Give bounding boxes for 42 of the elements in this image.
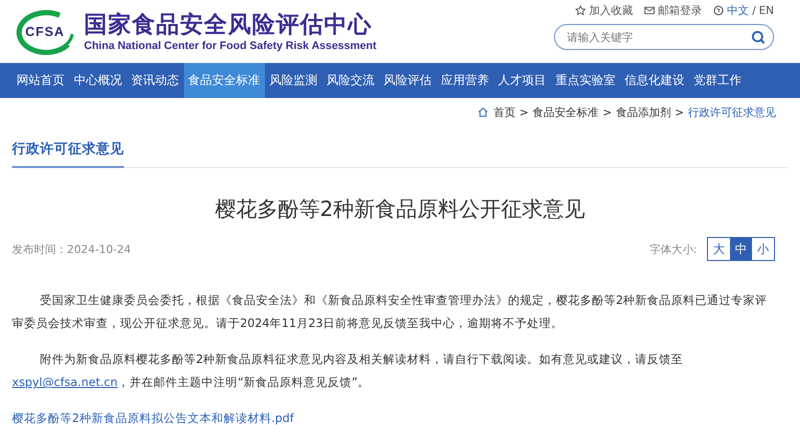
nav-tab[interactable]: 风险交流	[322, 63, 380, 98]
font-size-button[interactable]: 中	[730, 238, 752, 260]
breadcrumb-link[interactable]: 食品安全标准	[532, 104, 599, 120]
breadcrumb-link[interactable]: 食品添加剂	[616, 104, 671, 120]
font-size-label: 字体大小:	[649, 242, 697, 256]
site-subtitle: China National Center for Food Safety Risk Assessment	[84, 38, 376, 52]
nav-tab[interactable]: 信息化建设	[620, 63, 690, 98]
search-field[interactable]: 请输入关键字	[554, 24, 774, 50]
top-link[interactable]: 加入收藏	[589, 3, 634, 18]
search-icon[interactable]	[751, 30, 766, 44]
breadcrumb-separator: >	[602, 106, 612, 118]
article-paragraph: 附件为新食品原料樱花多酚等2种新食品原料征求意见内容及相关解读材料，请自行下载阅读。如有意见或建议，请反馈至 xspyl@cfsa.net.cn，并在邮件主题中注明“新食品原料意见反馈”。	[12, 351, 684, 391]
language-separator: /	[752, 4, 756, 17]
breadcrumb-link[interactable]: 首页	[493, 104, 516, 120]
breadcrumb-separator: >	[674, 106, 684, 118]
email-link[interactable]: xspyl@cfsa.net.cn	[12, 375, 118, 389]
language-link[interactable]: EN	[758, 4, 774, 17]
top-link[interactable]: 邮箱登录	[658, 3, 702, 18]
nav-tab[interactable]: 应用营养	[436, 63, 494, 98]
top-link[interactable]: 中文	[727, 3, 750, 18]
site-title: 国家食品安全风险评估中心	[84, 10, 373, 38]
nav-tab[interactable]: 风险监测	[264, 63, 322, 98]
article-paragraph: 受国家卫生健康委员会委托，根据《食品安全法》和《新食品原料安全性审查管理办法》的规定，樱花多酚等2种新食品原料已通过专家评审委员会技术审查，现公开征求意见。请于2024年11月23日前将意见反馈至我中心，逾期将不予处理。	[12, 292, 768, 332]
publish-date: 发布时间：2024-10-24	[12, 242, 131, 256]
nav-tab[interactable]: 网站首页	[12, 63, 70, 98]
home-icon[interactable]	[477, 106, 490, 118]
article-title: 樱花多酚等2种新食品原料公开征求意见	[214, 196, 586, 223]
nav-tab[interactable]: 重点实验室	[550, 63, 620, 98]
nav-tab[interactable]: 党群工作	[689, 63, 746, 98]
attachment-link[interactable]: 樱花多酚等2种新食品原料拟公告文本和解读材料.pdf	[12, 407, 294, 430]
star-icon[interactable]	[575, 5, 586, 16]
mail-icon[interactable]	[644, 5, 656, 16]
globe-icon[interactable]	[713, 5, 724, 16]
section-title: 行政许可征求意见	[12, 136, 124, 168]
breadcrumb-separator: >	[519, 106, 529, 118]
nav-tab[interactable]: 人才项目	[494, 63, 551, 98]
nav-tab[interactable]: 中心概况	[69, 63, 126, 98]
nav-tab[interactable]: 风险评估	[379, 63, 436, 98]
logo-text: CFSA	[25, 24, 65, 39]
nav-tab[interactable]: 资讯动态	[126, 63, 184, 98]
nav-tab[interactable]: 食品安全标准	[184, 63, 265, 98]
breadcrumb-link[interactable]: 行政许可征求意见	[688, 104, 776, 120]
